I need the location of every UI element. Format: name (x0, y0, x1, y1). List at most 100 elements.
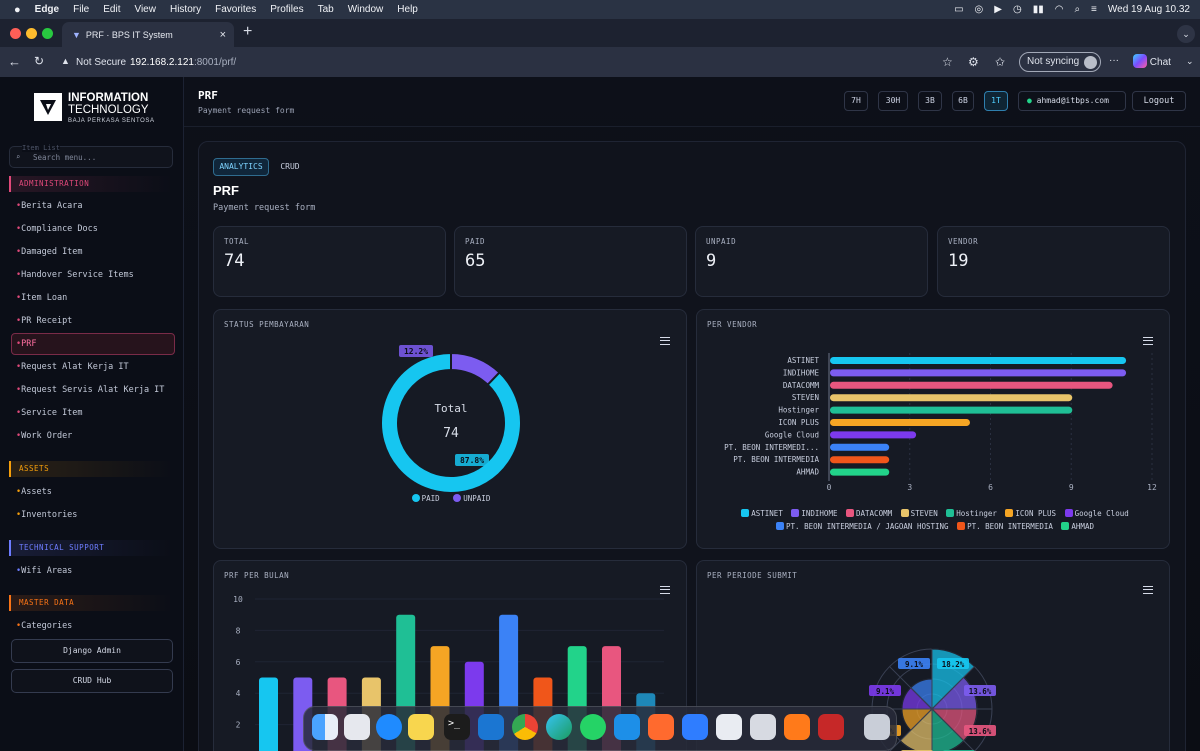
close-window-icon[interactable] (10, 28, 21, 39)
flutter-icon[interactable] (682, 714, 708, 740)
logout-button[interactable]: Logout (1132, 91, 1186, 111)
wifi-icon[interactable]: ◠ (1055, 4, 1064, 15)
range-1t[interactable]: 1T (984, 91, 1008, 111)
tab-close-icon[interactable]: × (220, 29, 226, 41)
docker-icon[interactable] (614, 714, 640, 740)
legend-item[interactable]: DATACOMM (846, 509, 892, 518)
finder-icon[interactable] (312, 714, 338, 740)
status-icon[interactable]: ◎ (975, 4, 984, 15)
extensions-icon[interactable]: ⚙ (968, 55, 979, 69)
not-secure-label[interactable]: Not Secure (76, 57, 126, 68)
sidebar-item-categories[interactable]: •Categories (16, 621, 72, 631)
edge-icon[interactable] (546, 714, 572, 740)
range-6b[interactable]: 6B (952, 91, 974, 111)
django-admin-button[interactable]: Django Admin (11, 639, 173, 663)
tab-list-icon[interactable]: ⌄ (1177, 25, 1195, 43)
legend-item[interactable]: STEVEN (900, 509, 938, 518)
sidebar-item-handover-service-items[interactable]: •Handover Service Items (16, 270, 134, 280)
sidebar-item-work-order[interactable]: •Work Order (16, 431, 72, 441)
sidebar-item-label: Categories (21, 621, 73, 631)
chrome-icon[interactable] (512, 714, 538, 740)
menu-window[interactable]: Window (348, 4, 384, 15)
vscode-icon[interactable] (478, 714, 504, 740)
back-icon[interactable]: ← (8, 54, 21, 69)
reload-icon[interactable]: ↻ (34, 54, 44, 68)
legend-item[interactable]: UNPAID (453, 494, 490, 503)
sidebar-item-inventories[interactable]: •Inventories (16, 510, 77, 520)
sidebar-item-service-item[interactable]: •Service Item (16, 408, 83, 418)
control-center-icon[interactable]: ≡ (1091, 4, 1097, 15)
battery-icon[interactable]: ▮▮ (1033, 4, 1044, 15)
launchpad-icon[interactable] (344, 714, 370, 740)
app-name[interactable]: Edge (35, 4, 59, 15)
menu-help[interactable]: Help (397, 4, 418, 15)
menu-file[interactable]: File (73, 4, 89, 15)
sidebar-item-item-loan[interactable]: •Item Loan (16, 293, 67, 303)
sidebar-item-request-alat-kerja-it[interactable]: •Request Alat Kerja IT (16, 362, 129, 372)
range-3b[interactable]: 3B (918, 91, 942, 111)
sidebar-item-damaged-item[interactable]: •Damaged Item (16, 247, 83, 257)
red-app-icon[interactable] (818, 714, 844, 740)
sidebar-item-request-servis-alat-kerja-it[interactable]: •Request Servis Alat Kerja IT (16, 385, 164, 395)
legend-item[interactable]: PT. BEON INTERMEDIA / JAGOAN HOSTING (776, 522, 949, 531)
document-icon[interactable] (716, 714, 742, 740)
sidebar-item-compliance-docs[interactable]: •Compliance Docs (16, 224, 98, 234)
menu-edit[interactable]: Edit (103, 4, 120, 15)
zoom-window-icon[interactable] (42, 28, 53, 39)
sidebar-item-assets[interactable]: •Assets (16, 487, 52, 497)
minimize-window-icon[interactable] (26, 28, 37, 39)
dropdown-icon[interactable]: ⌄ (1186, 56, 1194, 67)
menu-view[interactable]: View (134, 4, 156, 15)
tab-crud[interactable]: CRUD (275, 158, 305, 176)
legend-item[interactable]: Google Cloud (1064, 509, 1129, 518)
menu-tab[interactable]: Tab (318, 4, 334, 15)
menu-history[interactable]: History (170, 4, 201, 15)
legend-item[interactable]: Hostinger (946, 509, 997, 518)
whatsapp-icon[interactable] (580, 714, 606, 740)
sidebar-item-prf[interactable]: •PRF (11, 333, 175, 355)
tab-analytics[interactable]: ANALYTICS (213, 158, 269, 176)
sidebar-item-wifi-areas[interactable]: •Wifi Areas (16, 566, 72, 576)
sidebar-search[interactable]: Item List ⌕ Search menu... (9, 144, 173, 168)
h-app-icon[interactable] (750, 714, 776, 740)
legend-item[interactable]: PT. BEON INTERMEDIA (957, 522, 1053, 531)
apple-icon[interactable]: ● (14, 4, 21, 16)
menu-profiles[interactable]: Profiles (270, 4, 303, 15)
safari-icon[interactable] (376, 714, 402, 740)
copilot-chat-button[interactable]: Chat (1133, 54, 1171, 68)
warning-icon[interactable]: ▲ (61, 56, 70, 66)
url-field[interactable]: 192.168.2.121:8001/prf/ (130, 57, 236, 68)
search-input[interactable]: Search menu... (33, 153, 96, 162)
screen-icon[interactable]: ▭ (954, 4, 963, 15)
menu-favorites[interactable]: Favorites (215, 4, 256, 15)
legend-item[interactable]: ASTINET (741, 509, 783, 518)
legend-item[interactable]: AHMAD (1061, 522, 1094, 531)
range-30h[interactable]: 30H (878, 91, 908, 111)
legend-item[interactable]: ICON PLUS (1005, 509, 1056, 518)
notes-icon[interactable] (408, 714, 434, 740)
legend-item[interactable]: PAID (411, 494, 440, 503)
more-icon[interactable]: ··· (1109, 55, 1119, 66)
terminal-icon[interactable]: >_ (444, 714, 470, 740)
arch-app-icon[interactable] (784, 714, 810, 740)
sidebar-item-pr-receipt[interactable]: •PR Receipt (16, 316, 72, 326)
favorite-star-icon[interactable]: ☆ (942, 55, 953, 69)
legend-item[interactable]: INDIHOME (791, 509, 837, 518)
sync-button[interactable]: Not syncing (1019, 52, 1101, 72)
trash-icon[interactable] (864, 714, 890, 740)
spotlight-icon[interactable]: ⌕ (1074, 4, 1080, 15)
x-tick-label: 3 (907, 483, 912, 492)
new-tab-icon[interactable]: + (243, 23, 252, 41)
clock-icon[interactable]: ◷ (1013, 4, 1022, 15)
browser-tab[interactable]: ▼ PRF · BPS IT System × (62, 22, 234, 47)
user-badge[interactable]: ● ahmad@itbps.com (1018, 91, 1126, 111)
favorites-icon[interactable]: ✩ (995, 55, 1005, 69)
data-label: 13.6% (969, 727, 992, 736)
crud-hub-button[interactable]: CRUD Hub (11, 669, 173, 693)
clock-text[interactable]: Wed 19 Aug 10.32 (1108, 4, 1190, 15)
range-7h[interactable]: 7H (844, 91, 868, 111)
stat-card-vendor: VENDOR 19 (937, 226, 1170, 297)
sidebar-item-berita-acara[interactable]: •Berita Acara (16, 201, 83, 211)
pen-tool-icon[interactable] (648, 714, 674, 740)
play-icon[interactable]: ▶ (994, 4, 1002, 15)
